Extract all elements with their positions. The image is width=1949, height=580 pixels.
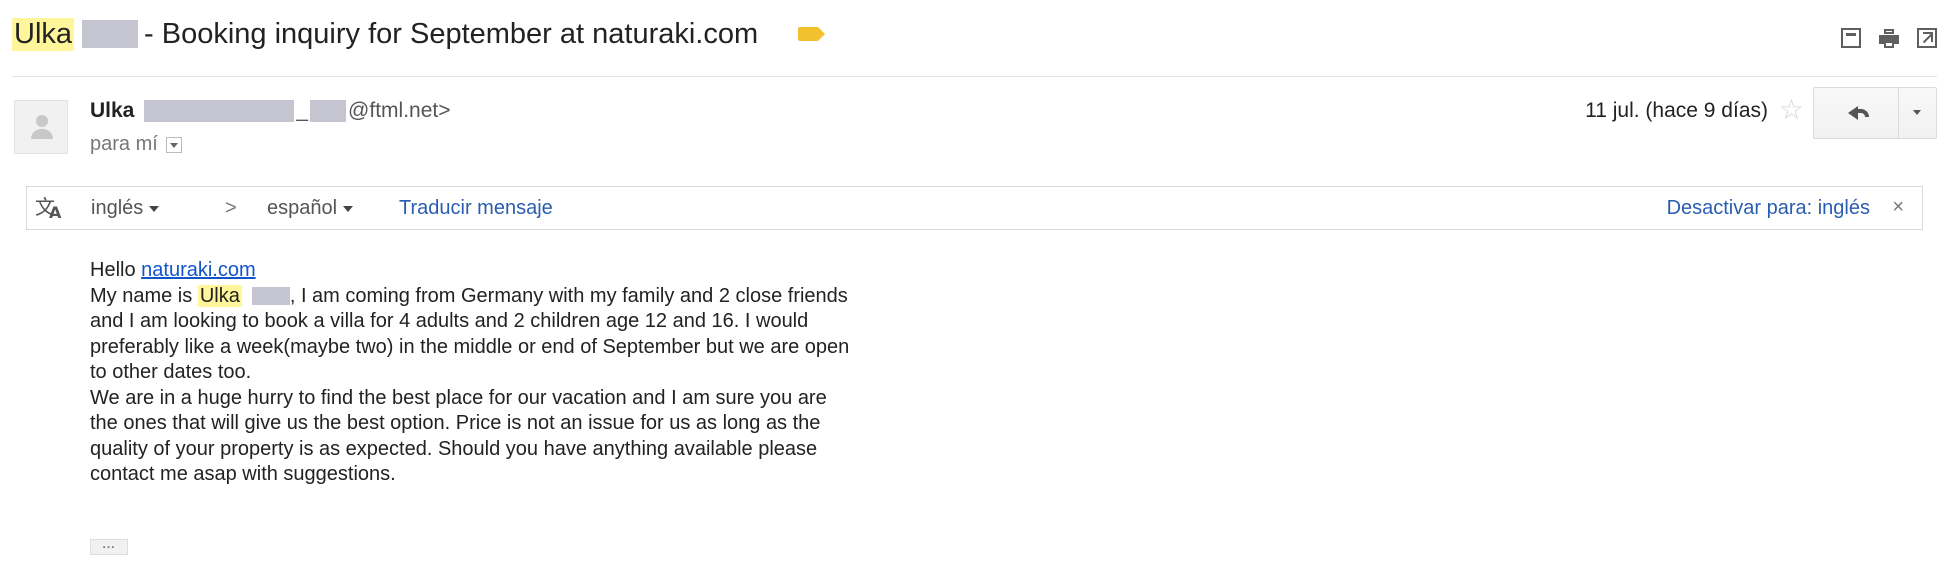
paragraph-1-prefix: My name is <box>90 284 193 307</box>
redacted-email-part <box>144 100 295 122</box>
redacted-surname <box>82 20 139 48</box>
greeting: Hello <box>90 259 136 281</box>
archive-icon[interactable] <box>1841 28 1861 48</box>
source-language-label: inglés <box>91 197 144 219</box>
message-date: 11 jul. (hace 9 días) <box>1585 99 1768 122</box>
close-icon[interactable]: × <box>1892 196 1904 219</box>
target-language-select[interactable]: español <box>267 197 354 220</box>
header-divider <box>12 76 1937 77</box>
message-body: Hello naturaki.com My name is Ulka, I am… <box>90 258 850 488</box>
target-language-label: español <box>267 197 338 219</box>
highlighted-name: Ulka <box>197 284 242 307</box>
more-actions-button[interactable] <box>1899 88 1936 138</box>
chevron-down-icon <box>149 205 160 212</box>
sender-underscore: _ <box>296 99 309 122</box>
avatar[interactable] <box>14 100 68 154</box>
translate-message-link[interactable]: Traducir mensaje <box>399 197 553 220</box>
source-language-select[interactable]: inglés <box>91 197 160 220</box>
reply-button[interactable] <box>1814 88 1899 138</box>
arrow-right-icon: > <box>225 197 237 219</box>
star-icon[interactable]: ☆ <box>1779 96 1804 124</box>
greeting-line: Hello naturaki.com <box>90 258 850 284</box>
subject-title: - Booking inquiry for September at natur… <box>144 17 759 50</box>
new-window-icon[interactable] <box>1917 28 1937 48</box>
sender-line: Ulka _ @ftml.net> <box>90 99 450 123</box>
recipient-line: para mí <box>90 133 182 156</box>
translate-bar: 文A inglés > español Traducir mensaje Des… <box>26 186 1923 230</box>
subject-sender-highlight: Ulka <box>12 17 75 51</box>
show-trimmed-content-button[interactable]: ... <box>90 538 128 555</box>
reply-button-group <box>1813 87 1937 139</box>
chevron-down-icon <box>343 205 354 212</box>
greeting-link[interactable]: naturaki.com <box>141 259 256 281</box>
sender-name[interactable]: Ulka <box>90 99 134 123</box>
sender-email: @ftml.net> <box>348 99 451 122</box>
message-toolbar <box>1841 28 1937 48</box>
email-subject: Ulka - Booking inquiry for September at … <box>12 14 826 54</box>
paragraph-1: My name is Ulka, I am coming from German… <box>90 284 850 386</box>
recipient-label: para mí <box>90 133 158 155</box>
redacted-email-part-2 <box>310 100 347 122</box>
paragraph-2: We are in a huge hurry to find the best … <box>90 386 827 486</box>
disable-translation-link[interactable]: Desactivar para: inglés <box>1667 197 1870 220</box>
translate-icon: 文A <box>35 195 62 222</box>
recipient-details-dropdown-icon[interactable] <box>165 136 182 153</box>
label-tag-icon[interactable] <box>798 27 826 41</box>
redacted-surname <box>251 287 290 306</box>
print-icon[interactable] <box>1879 28 1899 48</box>
